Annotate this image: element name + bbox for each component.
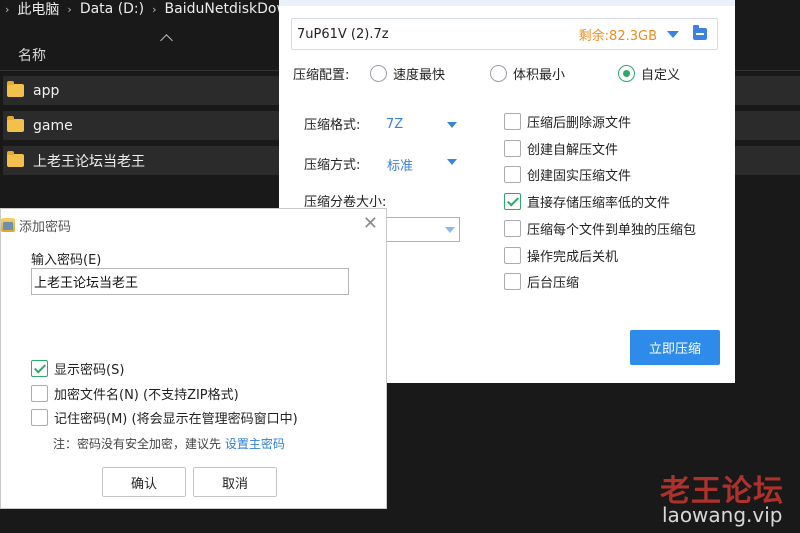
radio-icon (370, 65, 387, 82)
folder-icon (7, 116, 24, 132)
option-label: 直接存储压缩率低的文件 (527, 196, 671, 211)
checkbox-icon (31, 409, 48, 426)
chevron-right-icon: › (152, 2, 157, 16)
dialog-top-bar (279, 0, 735, 6)
sort-ascending-icon (160, 34, 173, 47)
cancel-button[interactable]: 取消 (193, 467, 277, 497)
format-select[interactable]: 7Z (386, 117, 403, 132)
option-shutdown-after[interactable]: 操作完成后关机 (504, 246, 618, 265)
free-space-label: 剩余:82.3GB (578, 28, 657, 44)
encrypt-filenames-label: 加密文件名(N) (不支持ZIP格式) (54, 388, 239, 403)
option-label: 压缩后删除源文件 (527, 116, 632, 131)
radio-icon (490, 65, 507, 82)
option-solid-archive[interactable]: 创建固实压缩文件 (504, 165, 631, 184)
show-password-label: 显示密码(S) (54, 363, 125, 378)
item-name: 上老王论坛当老王 (33, 153, 145, 170)
dropdown-arrow-icon[interactable] (667, 30, 679, 38)
checkbox-icon (504, 140, 521, 157)
watermark-url: laowang.vip (662, 503, 783, 527)
breadcrumb-this-pc[interactable]: 此电脑 (17, 0, 59, 19)
option-label: 后台压缩 (527, 276, 580, 291)
security-note: 注：密码没有安全加密，建议先 设置主密码 (53, 435, 285, 452)
add-password-dialog: 添加密码 ✕ 输入密码(E) 显示密码(S) 加密文件名(N) (不支持ZIP格… (0, 208, 387, 509)
breadcrumb-baidu-folder[interactable]: BaiduNetdiskDow (165, 1, 288, 17)
split-size-select[interactable] (378, 217, 460, 242)
option-self-extracting[interactable]: 创建自解压文件 (504, 139, 618, 158)
method-dropdown-icon[interactable] (447, 159, 457, 165)
radio-selected-icon (618, 65, 635, 82)
dialog-title: 添加密码 (19, 219, 72, 235)
password-input[interactable] (31, 268, 349, 295)
folder-icon (7, 151, 24, 167)
option-separate-archives[interactable]: 压缩每个文件到单独的压缩包 (504, 219, 696, 238)
mode-fastest-radio[interactable]: 速度最快 (370, 64, 445, 83)
option-label: 创建固实压缩文件 (527, 169, 632, 184)
chevron-right-icon: › (5, 2, 10, 16)
checkbox-icon (504, 247, 521, 264)
remember-password-checkbox[interactable]: 记住密码(M) (将会显示在管理密码窗口中) (31, 408, 298, 427)
split-dropdown-icon[interactable] (445, 227, 455, 233)
method-label: 压缩方式: (304, 158, 361, 173)
checkbox-icon (504, 273, 521, 290)
option-store-low-ratio[interactable]: 直接存储压缩率低的文件 (504, 192, 670, 211)
item-name: game (33, 117, 73, 134)
config-label: 压缩配置: (293, 68, 350, 83)
option-background[interactable]: 后台压缩 (504, 272, 579, 291)
mode-custom-label: 自定义 (641, 68, 681, 83)
item-name: app (33, 82, 60, 99)
output-filename[interactable]: 7uP61V (2).7z (297, 27, 579, 42)
mode-fastest-label: 速度最快 (393, 68, 446, 83)
mode-smallest-label: 体积最小 (513, 68, 566, 83)
password-input-label: 输入密码(E) (31, 253, 102, 268)
method-select[interactable]: 标准 (387, 155, 413, 174)
note-text: 注：密码没有安全加密，建议先 (53, 437, 222, 451)
mode-smallest-radio[interactable]: 体积最小 (490, 64, 565, 83)
chevron-right-icon: › (67, 2, 72, 16)
close-icon[interactable]: ✕ (363, 213, 378, 235)
breadcrumb-data-drive[interactable]: Data (D:) (80, 1, 144, 17)
folder-icon (7, 81, 24, 97)
checkbox-icon (504, 220, 521, 237)
start-compress-button[interactable]: 立即压缩 (630, 330, 720, 365)
option-label: 操作完成后关机 (527, 250, 619, 265)
encrypt-filenames-checkbox[interactable]: 加密文件名(N) (不支持ZIP格式) (31, 384, 239, 403)
archive-app-icon (1, 218, 15, 232)
column-header-name[interactable]: 名称 (18, 45, 46, 65)
set-master-password-link[interactable]: 设置主密码 (225, 437, 285, 451)
checkbox-icon (504, 166, 521, 183)
option-label: 压缩每个文件到单独的压缩包 (527, 223, 697, 238)
checkbox-icon (504, 113, 521, 130)
checkbox-checked-icon (31, 360, 48, 377)
checkbox-icon (31, 385, 48, 402)
checkbox-checked-icon (504, 193, 521, 210)
remember-password-label: 记住密码(M) (将会显示在管理密码窗口中) (54, 412, 298, 427)
format-label: 压缩格式: (304, 118, 361, 133)
option-label: 创建自解压文件 (527, 143, 619, 158)
browse-folder-icon[interactable] (693, 25, 707, 40)
dialog-title-bar: 添加密码 (1, 209, 386, 241)
confirm-button[interactable]: 确认 (102, 467, 186, 497)
mode-custom-radio[interactable]: 自定义 (618, 64, 680, 83)
output-filename-box[interactable]: 7uP61V (2).7z 剩余:82.3GB (291, 18, 718, 50)
format-dropdown-icon[interactable] (447, 122, 457, 128)
option-delete-source[interactable]: 压缩后删除源文件 (504, 112, 631, 131)
show-password-checkbox[interactable]: 显示密码(S) (31, 359, 124, 378)
